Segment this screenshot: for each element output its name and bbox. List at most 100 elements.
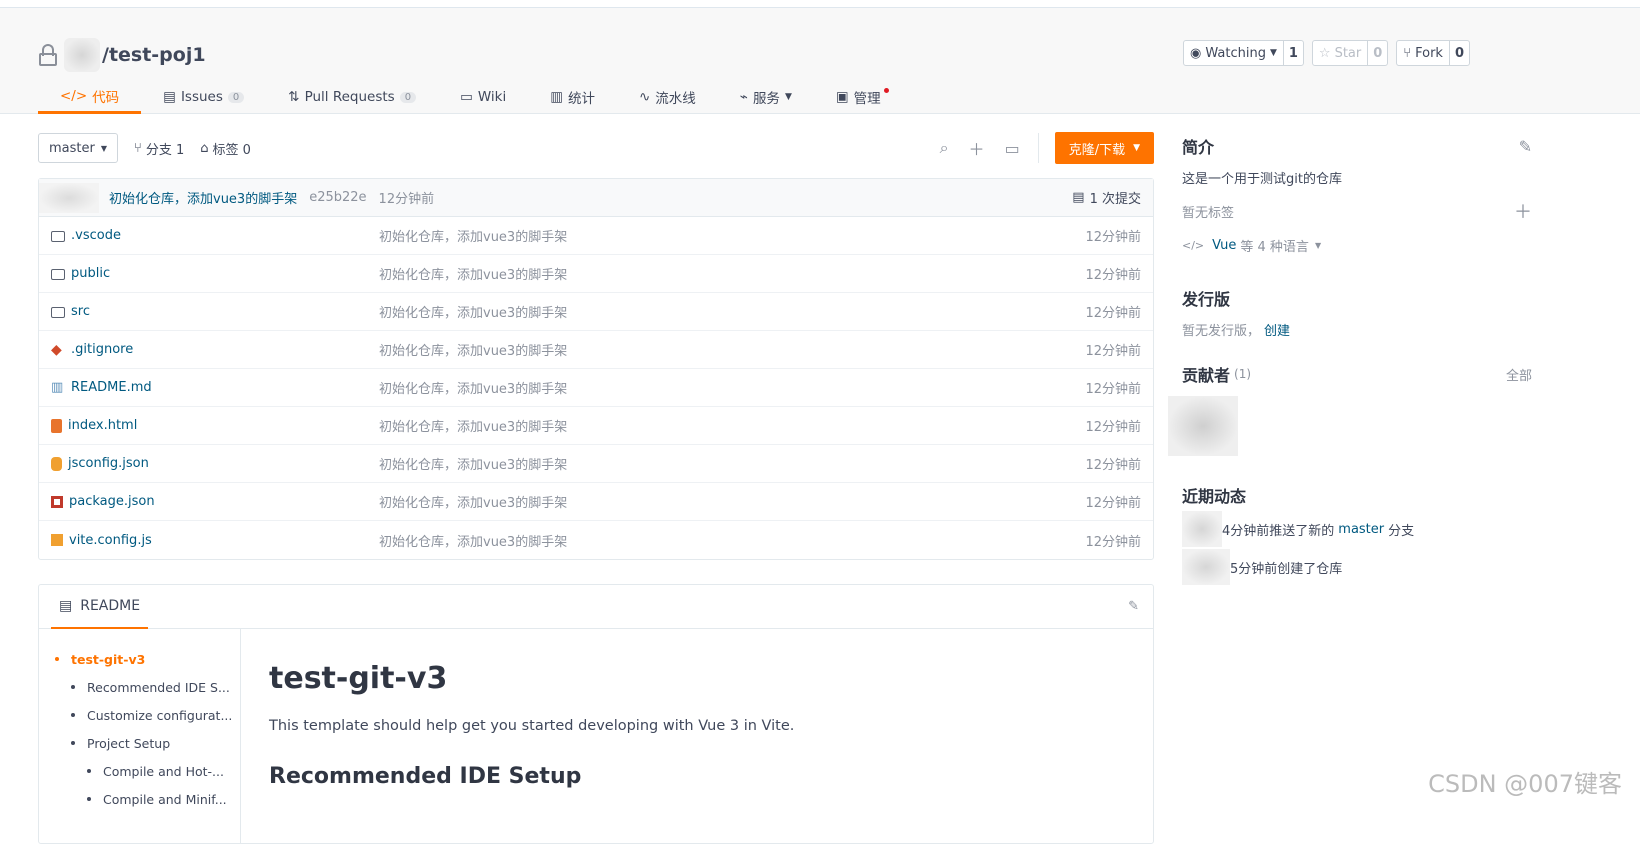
file-rows: .vscode初始化仓库，添加vue3的脚手架12分钟前 public初始化仓库… <box>39 217 1153 559</box>
commit-count-link[interactable]: ▤1 次提交 <box>1072 188 1141 207</box>
manage-icon: ▣ <box>836 89 849 105</box>
npm-icon <box>51 496 63 508</box>
file-commit-msg[interactable]: 初始化仓库，添加vue3的脚手架 <box>379 340 1085 359</box>
add-tag-icon[interactable]: ＋ <box>1514 198 1532 224</box>
file-commit-msg[interactable]: 初始化仓库，添加vue3的脚手架 <box>379 378 1085 397</box>
branch-link[interactable]: master <box>1338 522 1384 537</box>
activity-avatar-blurred[interactable] <box>1182 549 1230 585</box>
readme-h1: test-git-v3 <box>269 661 1133 696</box>
fork-button[interactable]: ⑂Fork 0 <box>1396 40 1470 66</box>
folder-icon <box>51 269 65 280</box>
release-title: 发行版 <box>1182 284 1532 312</box>
clone-download-button[interactable]: 克隆/下载▼ <box>1055 132 1154 164</box>
toc-item[interactable]: Customize configurat... <box>39 701 240 729</box>
file-time: 12分钟前 <box>1085 302 1141 321</box>
tab-manage[interactable]: ▣管理 <box>814 80 903 114</box>
stats-icon: ▥ <box>550 89 563 105</box>
file-commit-msg[interactable]: 初始化仓库，添加vue3的脚手架 <box>379 531 1085 550</box>
release-row: 暂无发行版，创建 <box>1182 312 1532 346</box>
star-count[interactable]: 0 <box>1368 41 1387 65</box>
file-name-link[interactable]: README.md <box>71 380 152 395</box>
file-name-link[interactable]: public <box>71 266 110 281</box>
file-row[interactable]: ▥ README.md 初始化仓库，添加vue3的脚手架12分钟前 <box>39 369 1153 407</box>
commit-message-link[interactable]: 初始化仓库，添加vue3的脚手架 <box>109 188 297 207</box>
file-commit-msg[interactable]: 初始化仓库，添加vue3的脚手架 <box>379 416 1085 435</box>
readme-panel: ▤README ✎ test-git-v3 Recommended IDE S.… <box>38 584 1154 844</box>
folder-icon <box>51 307 65 318</box>
file-name-link[interactable]: .gitignore <box>71 342 133 357</box>
monitor-icon[interactable]: ▭ <box>1005 139 1020 158</box>
file-row[interactable]: index.html初始化仓库，添加vue3的脚手架12分钟前 <box>39 407 1153 445</box>
file-commit-msg[interactable]: 初始化仓库，添加vue3的脚手架 <box>379 264 1085 283</box>
language-row[interactable]: </>Vue等 4 种语言▼ <box>1182 228 1532 262</box>
fork-icon: ⑂ <box>1403 46 1411 61</box>
watch-button[interactable]: ◉Watching▼ 1 <box>1183 40 1304 66</box>
readme-tab[interactable]: ▤README <box>51 585 148 629</box>
file-time: 12分钟前 <box>1085 454 1141 473</box>
pipeline-icon: ∿ <box>639 89 650 105</box>
file-row[interactable]: jsconfig.json 初始化仓库，添加vue3的脚手架12分钟前 <box>39 445 1153 483</box>
toc-item[interactable]: Recommended IDE S... <box>39 673 240 701</box>
create-release-link[interactable]: 创建 <box>1264 320 1290 339</box>
branches-link[interactable]: ⑂分支 1 <box>134 139 184 158</box>
file-commit-msg[interactable]: 初始化仓库，添加vue3的脚手架 <box>379 492 1085 511</box>
caret-down-icon: ▼ <box>1133 143 1140 153</box>
star-button[interactable]: ☆Star 0 <box>1312 40 1388 66</box>
file-row[interactable]: vite.config.js初始化仓库，添加vue3的脚手架12分钟前 <box>39 521 1153 559</box>
toc-item[interactable]: Compile and Hot-... <box>39 757 240 785</box>
plus-icon[interactable]: ＋ <box>969 136 985 160</box>
file-commit-msg[interactable]: 初始化仓库，添加vue3的脚手架 <box>379 226 1085 245</box>
tab-pipeline[interactable]: ∿流水线 <box>617 80 718 114</box>
file-name-link[interactable]: jsconfig.json <box>68 456 149 471</box>
book-icon: ▥ <box>51 381 65 395</box>
readme-h2: Recommended IDE Setup <box>269 764 1133 789</box>
file-name-link[interactable]: index.html <box>68 418 137 433</box>
file-name-link[interactable]: package.json <box>69 494 155 509</box>
file-time: 12分钟前 <box>1085 378 1141 397</box>
tab-pull-requests[interactable]: ⇅Pull Requests0 <box>266 80 438 114</box>
tab-issues[interactable]: ▤Issues0 <box>141 80 266 114</box>
file-name-link[interactable]: vite.config.js <box>69 533 152 548</box>
edit-icon[interactable]: ✎ <box>1519 137 1532 156</box>
repo-actions: ◉Watching▼ 1 ☆Star 0 ⑂Fork 0 <box>1183 40 1470 66</box>
caret-down-icon: ▼ <box>1270 48 1277 58</box>
file-commit-msg[interactable]: 初始化仓库，添加vue3的脚手架 <box>379 454 1085 473</box>
tab-service[interactable]: ⌁服务▼ <box>718 80 814 114</box>
watch-count[interactable]: 1 <box>1284 41 1303 65</box>
repo-name-link[interactable]: /test-poj1 <box>102 44 206 66</box>
file-name-link[interactable]: src <box>71 304 90 319</box>
search-icon[interactable]: ⌕ <box>940 138 949 158</box>
pr-icon: ⇅ <box>288 89 299 105</box>
document-icon: ▤ <box>1072 190 1084 205</box>
toc-item[interactable]: Project Setup <box>39 729 240 757</box>
language-link[interactable]: Vue <box>1212 238 1236 253</box>
file-row[interactable]: package.json初始化仓库，添加vue3的脚手架12分钟前 <box>39 483 1153 521</box>
tab-wiki[interactable]: ▭Wiki <box>438 80 528 114</box>
file-commit-msg[interactable]: 初始化仓库，添加vue3的脚手架 <box>379 302 1085 321</box>
tab-code[interactable]: </>代码 <box>38 80 141 114</box>
file-row[interactable]: .vscode初始化仓库，添加vue3的脚手架12分钟前 <box>39 217 1153 255</box>
all-contributors-link[interactable]: 全部 <box>1506 365 1532 384</box>
folder-icon <box>51 231 65 242</box>
fork-count[interactable]: 0 <box>1450 41 1469 65</box>
file-row[interactable]: public初始化仓库，添加vue3的脚手架12分钟前 <box>39 255 1153 293</box>
service-icon: ⌁ <box>740 89 748 105</box>
tags-link[interactable]: ⌂标签 0 <box>200 139 251 158</box>
activity-avatar-blurred[interactable] <box>1182 511 1222 547</box>
toc-item[interactable]: test-git-v3 <box>39 645 240 673</box>
file-list: 初始化仓库，添加vue3的脚手架 e25b22e 12分钟前 ▤1 次提交 .v… <box>38 178 1154 560</box>
edit-icon[interactable]: ✎ <box>1128 599 1139 614</box>
branch-select[interactable]: master▼ <box>38 133 118 163</box>
tab-stats[interactable]: ▥统计 <box>528 80 617 114</box>
file-name-link[interactable]: .vscode <box>71 228 121 243</box>
contributor-avatar-blurred[interactable] <box>1168 396 1238 456</box>
commit-hash[interactable]: e25b22e <box>309 190 366 205</box>
file-row[interactable]: src 初始化仓库，添加vue3的脚手架12分钟前 <box>39 293 1153 331</box>
file-row[interactable]: ◆.gitignore初始化仓库，添加vue3的脚手架12分钟前 <box>39 331 1153 369</box>
caret-down-icon: ▼ <box>785 92 792 102</box>
activity-title: 近期动态 <box>1182 480 1532 510</box>
toc-item[interactable]: Compile and Minif... <box>39 785 240 813</box>
issues-count-badge: 0 <box>228 92 244 103</box>
readme-content: test-git-v3 This template should help ge… <box>269 661 1133 789</box>
caret-down-icon: ▼ <box>1315 241 1321 250</box>
